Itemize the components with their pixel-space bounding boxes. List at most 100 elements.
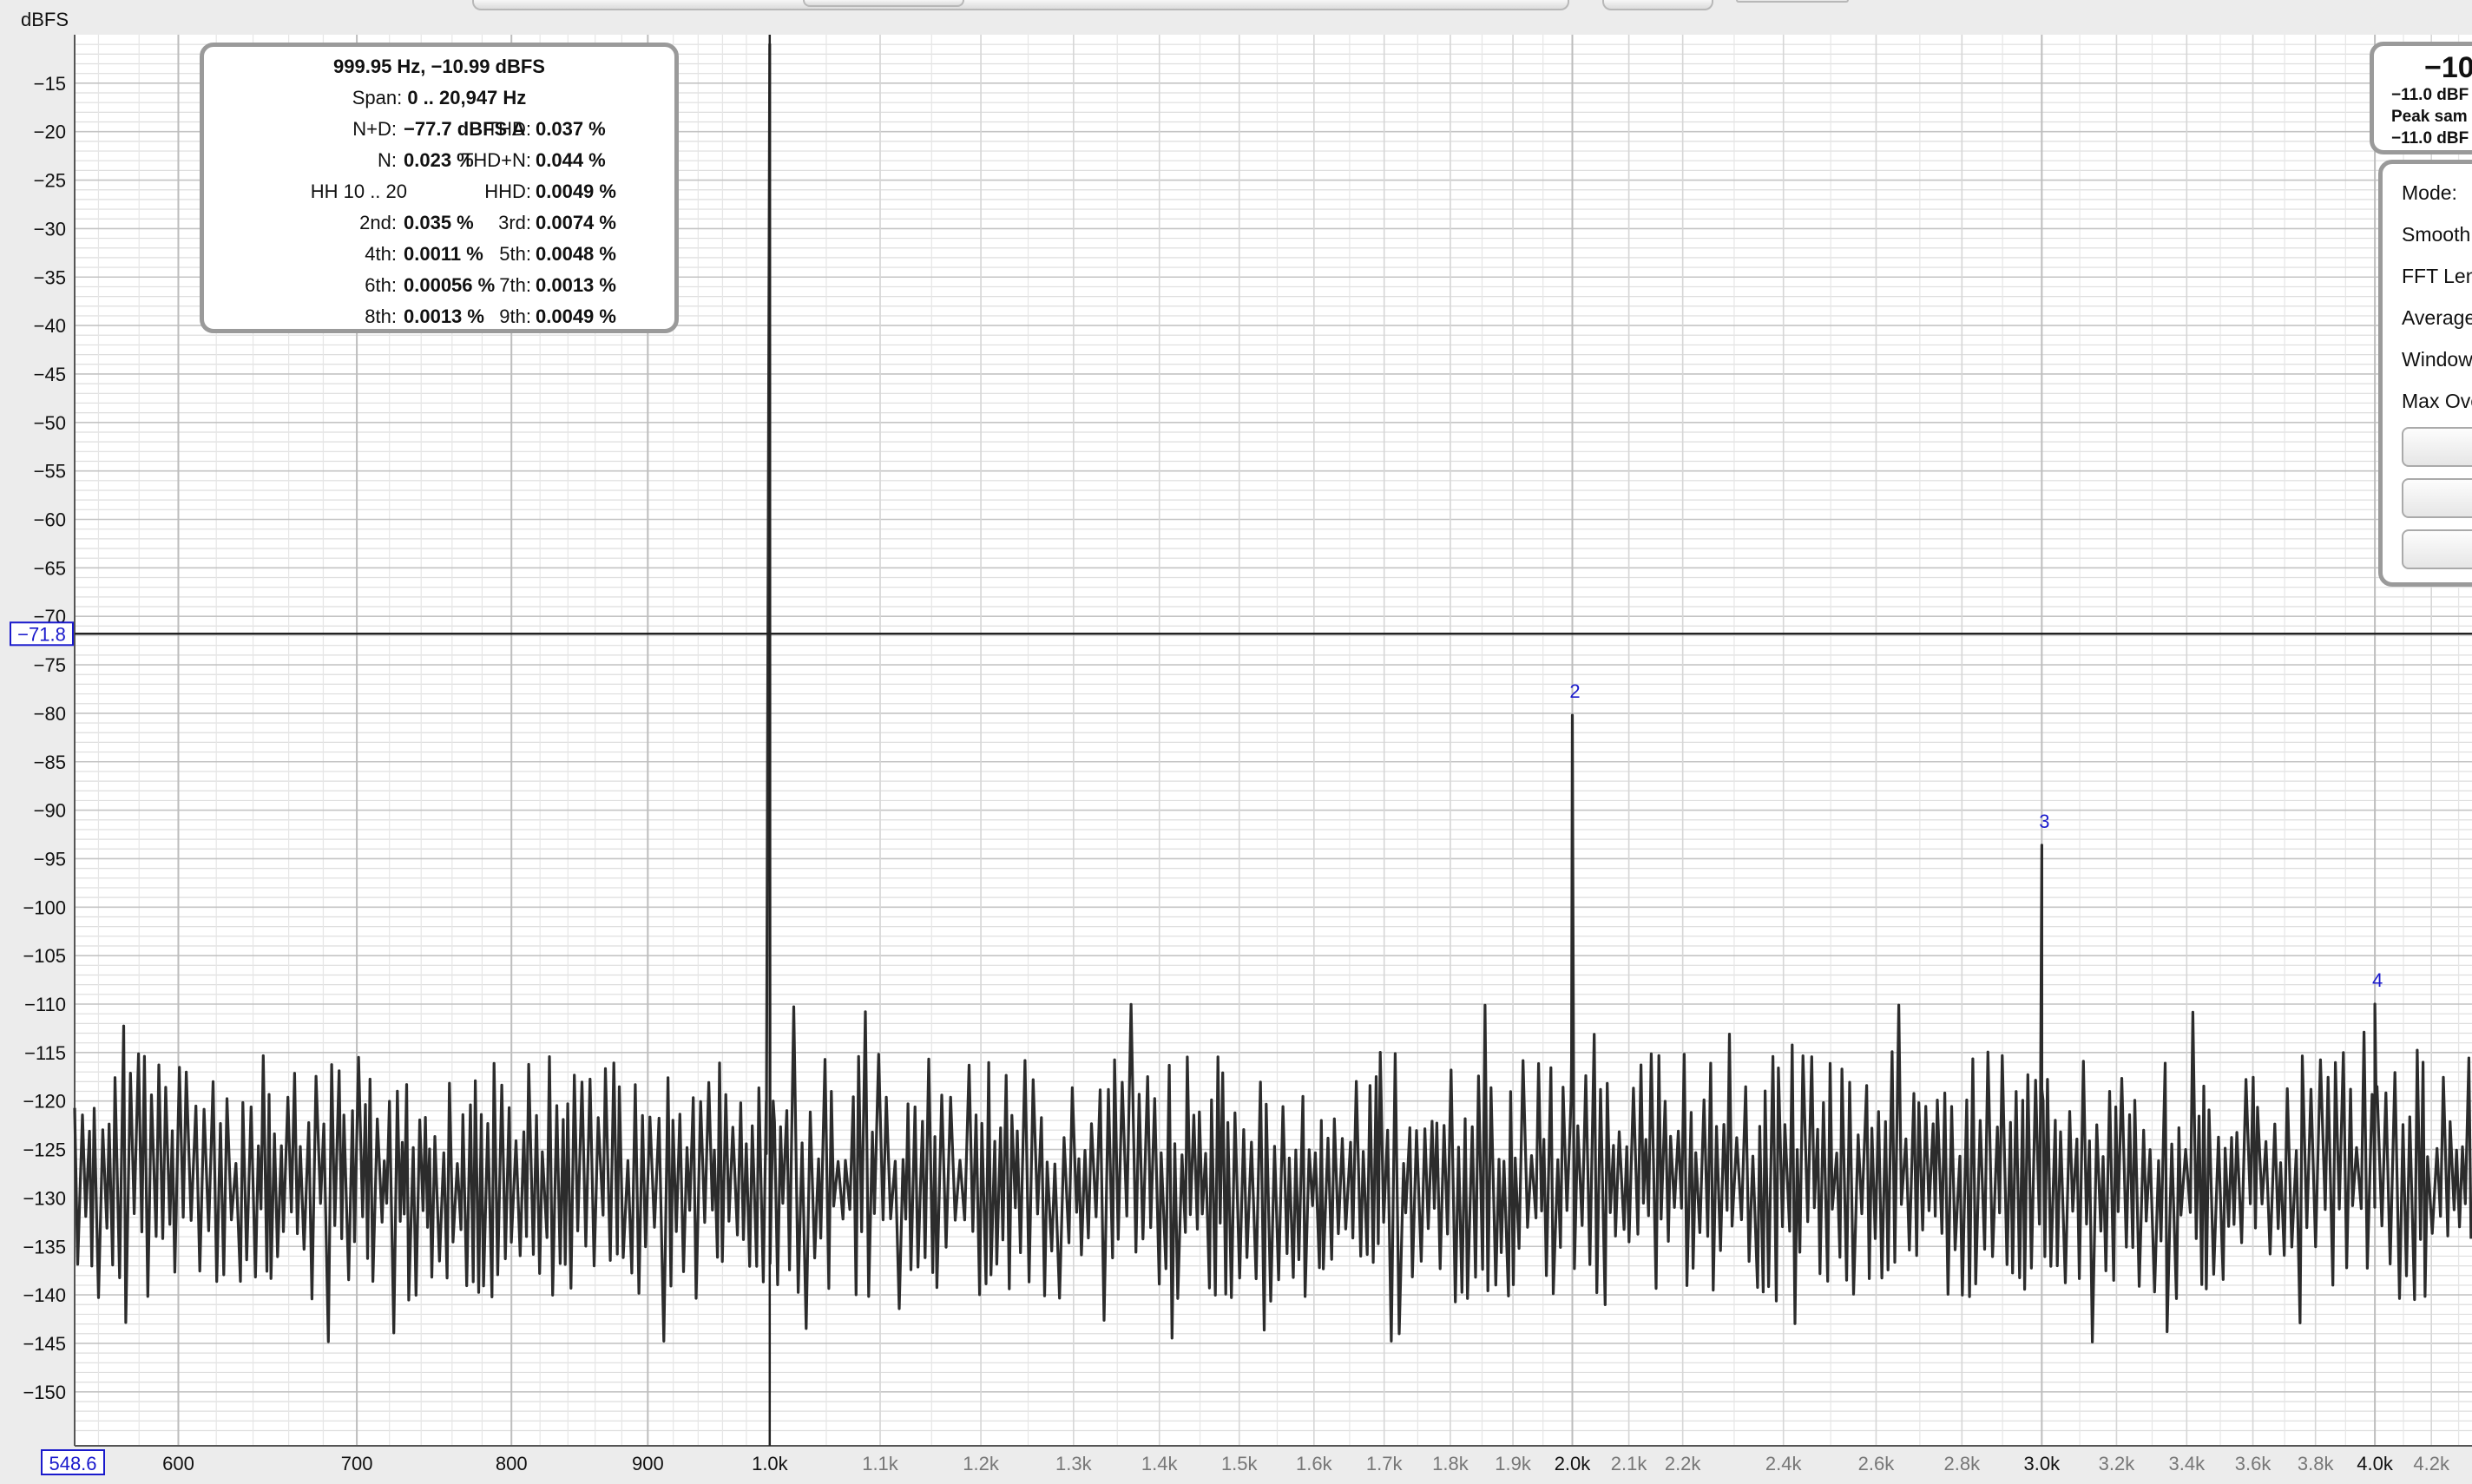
x-minor-tick-label: 1.4k	[1141, 1453, 1179, 1474]
y-tick-label: −30	[34, 218, 66, 240]
h7-value: 0.0013 %	[536, 274, 616, 296]
n-label: N:	[378, 149, 397, 171]
hhd-value: 0.0049 %	[536, 181, 616, 202]
smooth-label: Smooth	[2402, 223, 2471, 246]
y-tick-label: −40	[34, 315, 66, 337]
x-minor-tick-label: 1.6k	[1296, 1453, 1333, 1474]
y-tick-label: −25	[34, 170, 66, 192]
control-button-1[interactable]	[2402, 427, 2472, 467]
x-tick-label: 800	[496, 1453, 528, 1474]
toolbar-button-edge[interactable]	[1602, 0, 1713, 10]
x-tick-label: 600	[162, 1453, 194, 1474]
h7-label: 7th:	[499, 274, 531, 296]
y-tick-label: −150	[23, 1382, 66, 1403]
control-button-2[interactable]	[2402, 478, 2472, 518]
y-tick-label: −135	[23, 1236, 66, 1257]
overlay-control-edge	[803, 0, 964, 7]
level-rms-value: −11.0 dBF	[2391, 86, 2469, 104]
x-minor-tick-label: 1.5k	[1221, 1453, 1259, 1474]
h5-label: 5th:	[499, 243, 531, 265]
average-label: Average	[2402, 306, 2472, 329]
peak-readout: 999.95 Hz, −10.99 dBFS	[333, 56, 545, 77]
toolbar-button-edge-2[interactable]	[1736, 0, 1849, 3]
y-cursor-readout: −71.8	[10, 621, 74, 647]
y-tick-label: −115	[24, 1042, 66, 1064]
x-tick-label: 700	[341, 1453, 373, 1474]
y-cursor-value: −71.8	[17, 623, 66, 645]
h3-label: 3rd:	[498, 212, 531, 233]
y-tick-label: −60	[34, 509, 66, 531]
h6-value: 0.00056 %	[404, 274, 496, 296]
x-minor-tick-label: 2.2k	[1665, 1453, 1702, 1474]
x-minor-tick-label: 2.4k	[1765, 1453, 1803, 1474]
y-tick-label: −120	[23, 1091, 66, 1113]
y-tick-label: −80	[34, 703, 66, 725]
analyzer-controls-panel: Mode: Smooth FFT Leng Average Window Max…	[2378, 160, 2472, 587]
x-tick-labels: 1.1k 1.2k 1.3k 1.4k 1.5k 1.6k 1.7k 1.8k 1.9k 2.1k…	[162, 1453, 2450, 1474]
level-big-value: −10	[2424, 51, 2472, 84]
harmonic-label-4: 4	[2372, 969, 2383, 991]
h8-label: 8th:	[365, 305, 397, 327]
x-cursor-value: 548.6	[49, 1453, 96, 1474]
fft-length-label: FFT Leng	[2402, 265, 2472, 287]
x-minor-tick-label: 1.8k	[1432, 1453, 1469, 1474]
thd-label: THD:	[486, 118, 531, 140]
x-minor-tick-label: 3.6k	[2235, 1453, 2272, 1474]
x-minor-tick-label: 3.4k	[2169, 1453, 2206, 1474]
h4-label: 4th:	[365, 243, 397, 265]
h5-value: 0.0048 %	[536, 243, 616, 265]
x-minor-tick-label: 2.6k	[1858, 1453, 1896, 1474]
control-button-3[interactable]	[2402, 529, 2472, 569]
y-tick-label: −100	[23, 896, 66, 918]
harmonic-label-3: 3	[2039, 811, 2049, 832]
hhd-label: HHD:	[484, 181, 531, 202]
peak-sample-label: Peak sam	[2391, 108, 2468, 126]
y-tick-label: −20	[34, 121, 66, 143]
h9-value: 0.0049 %	[536, 305, 616, 327]
y-tick-label: −90	[34, 800, 66, 822]
peak-sample-value: −11.0 dBF	[2391, 129, 2469, 148]
harmonic-label-2: 2	[1569, 680, 1580, 702]
x-tick-label: 900	[632, 1453, 664, 1474]
h3-value: 0.0074 %	[536, 212, 616, 233]
h8-value: 0.0013 %	[404, 305, 484, 327]
thdn-label: THD+N:	[461, 149, 531, 171]
y-tick-label: −55	[34, 461, 66, 483]
x-minor-tick-label: 1.2k	[963, 1453, 1000, 1474]
y-tick-label: −45	[34, 364, 66, 385]
thd-value: 0.037 %	[536, 118, 606, 140]
x-minor-tick-label: 1.3k	[1055, 1453, 1093, 1474]
x-cursor-readout: 548.6	[41, 1449, 105, 1475]
level-readout-panel: −10 −11.0 dBF Peak sam −11.0 dBF	[2370, 42, 2472, 154]
x-tick-label: 2.0k	[1555, 1453, 1592, 1474]
hh-range-label: HH 10 .. 20	[310, 181, 407, 202]
x-minor-tick-label: 3.2k	[2099, 1453, 2136, 1474]
mode-label: Mode:	[2402, 181, 2457, 204]
y-tick-label: −110	[24, 994, 66, 1015]
measurement-info-panel: 999.95 Hz, −10.99 dBFS Span: 0 .. 20,947…	[200, 43, 679, 333]
y-tick-label: −65	[34, 557, 66, 579]
x-minor-tick-label: 1.7k	[1366, 1453, 1404, 1474]
y-tick-label: −75	[34, 654, 66, 676]
y-tick-label: −130	[23, 1187, 66, 1209]
y-tick-label: −15	[34, 73, 66, 95]
y-tick-label: −105	[23, 945, 66, 967]
x-minor-tick-label: 2.8k	[1944, 1453, 1982, 1474]
y-tick-label: −145	[23, 1333, 66, 1355]
h2-label: 2nd:	[359, 212, 397, 233]
x-minor-tick-label: 1.1k	[862, 1453, 899, 1474]
span-row: Span: 0 .. 20,947 Hz	[204, 87, 674, 109]
y-axis-unit: dBFS	[21, 9, 69, 30]
x-tick-label: 1.0k	[752, 1453, 789, 1474]
y-tick-label: −140	[23, 1284, 66, 1306]
x-minor-tick-label: 3.8k	[2298, 1453, 2335, 1474]
h4-value: 0.0011 %	[404, 243, 483, 265]
h2-value: 0.035 %	[404, 212, 474, 233]
overlay-window-edge	[472, 0, 1569, 10]
x-minor-tick-label: 2.1k	[1611, 1453, 1648, 1474]
y-tick-label: −50	[34, 412, 66, 434]
h9-label: 9th:	[499, 305, 531, 327]
y-tick-label: −35	[34, 266, 66, 288]
span-label: Span:	[352, 87, 403, 108]
h6-label: 6th:	[365, 274, 397, 296]
